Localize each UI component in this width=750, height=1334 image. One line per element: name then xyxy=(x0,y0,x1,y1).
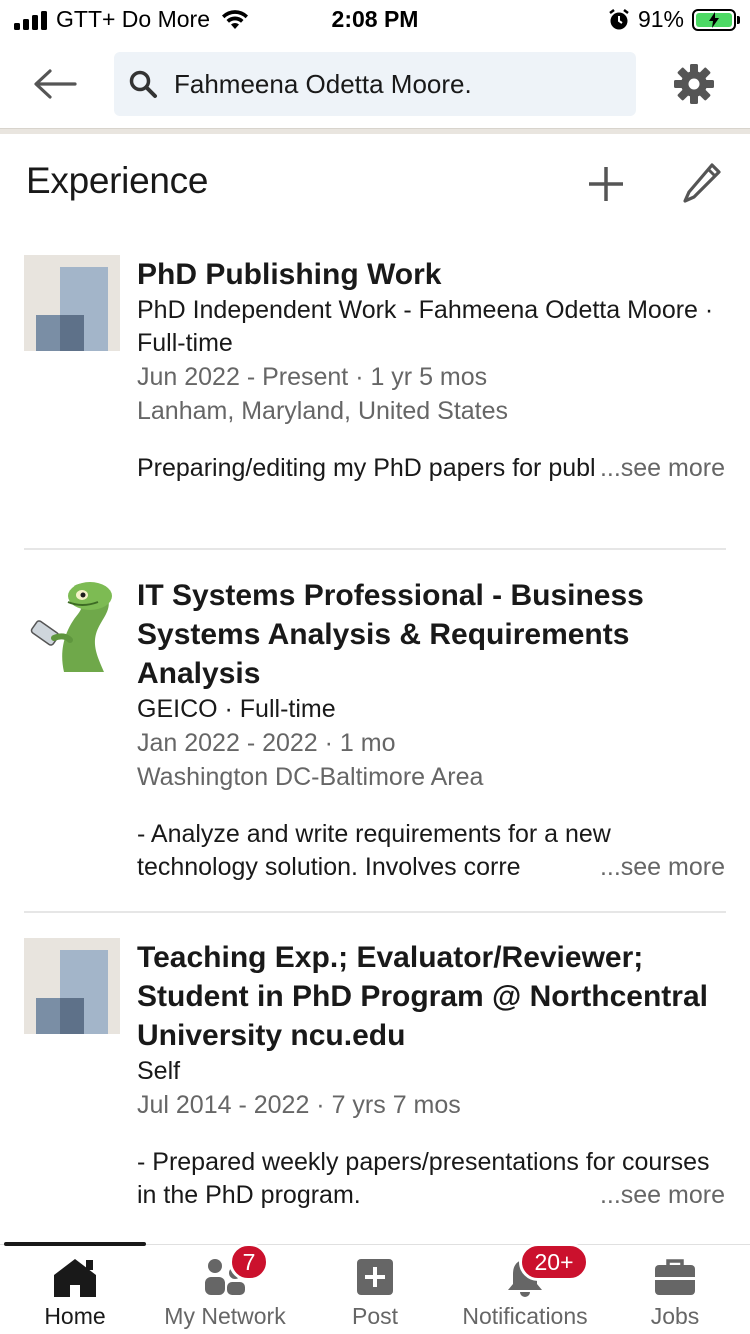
job-location: Washington DC-Baltimore Area xyxy=(137,763,484,791)
bottom-navigation: Home 7 My Network Post 20+ Notifications… xyxy=(0,1242,750,1334)
nav-post[interactable]: Post xyxy=(300,1245,450,1334)
company-name: GEICO · Full-time xyxy=(137,695,336,723)
see-more-link[interactable]: ...see more xyxy=(595,452,725,485)
nav-home-label: Home xyxy=(44,1303,106,1329)
nav-home[interactable]: Home xyxy=(0,1245,150,1334)
header-divider xyxy=(0,128,750,134)
gecko-mascot-icon xyxy=(24,576,120,672)
job-location: Lanham, Maryland, United States xyxy=(137,397,509,425)
job-dates: Jan 2022 - 2022 · 1 mo xyxy=(137,729,396,757)
nav-jobs-label: Jobs xyxy=(650,1303,700,1329)
pencil-icon xyxy=(683,163,721,203)
job-title[interactable]: IT Systems Professional - Business Syste… xyxy=(137,576,727,693)
search-input[interactable]: Fahmeena Odetta Moore. xyxy=(114,52,636,116)
edit-experience-button[interactable] xyxy=(678,158,726,208)
gear-icon xyxy=(674,64,714,104)
company-logo xyxy=(24,576,120,672)
network-badge: 7 xyxy=(229,1243,269,1281)
job-dates: Jul 2014 - 2022 · 7 yrs 7 mos xyxy=(137,1091,461,1119)
back-button[interactable] xyxy=(28,60,82,108)
notifications-badge: 20+ xyxy=(519,1243,589,1281)
company-logo xyxy=(24,255,120,351)
add-experience-button[interactable] xyxy=(582,160,630,208)
battery-icon xyxy=(692,8,740,31)
post-plus-icon xyxy=(355,1255,395,1299)
nav-my-network[interactable]: 7 My Network xyxy=(150,1243,300,1334)
plus-icon xyxy=(589,167,623,201)
search-query: Fahmeena Odetta Moore. xyxy=(174,68,472,99)
nav-jobs[interactable]: Jobs xyxy=(600,1245,750,1334)
job-title[interactable]: Teaching Exp.; Evaluator/Reviewer; Stude… xyxy=(137,938,727,1055)
charging-icon xyxy=(709,11,719,28)
description-text: Preparing/editing my PhD papers for publ… xyxy=(137,454,668,482)
nav-post-label: Post xyxy=(351,1303,399,1329)
home-icon xyxy=(52,1255,98,1299)
battery-percentage: 91% xyxy=(637,6,684,32)
briefcase-icon xyxy=(653,1255,697,1299)
top-header: Fahmeena Odetta Moore. xyxy=(0,40,750,130)
bell-icon: 20+ xyxy=(505,1243,589,1299)
search-icon xyxy=(126,67,160,101)
job-description: - Prepared weekly papers/presentations f… xyxy=(137,1146,727,1212)
see-more-link[interactable]: ...see more xyxy=(595,1179,725,1212)
alarm-icon xyxy=(609,8,629,29)
nav-notifications-label: Notifications xyxy=(462,1303,588,1329)
job-description: - Analyze and write requirements for a n… xyxy=(137,818,727,884)
entry-divider xyxy=(24,548,726,550)
company-name: PhD Independent Work - Fahmeena Odetta M… xyxy=(137,296,714,357)
nav-notifications[interactable]: 20+ Notifications xyxy=(450,1243,600,1334)
people-icon: 7 xyxy=(203,1243,269,1299)
back-arrow-icon xyxy=(34,69,77,99)
company-logo xyxy=(24,938,120,1034)
settings-button[interactable] xyxy=(670,60,718,108)
section-title: Experience xyxy=(26,160,209,201)
job-title[interactable]: PhD Publishing Work xyxy=(137,255,727,294)
status-bar: GTT+ Do More 2:08 PM 91% xyxy=(0,0,750,40)
nav-my-network-label: My Network xyxy=(164,1303,286,1329)
description-text: - Analyze and write requirements for a n… xyxy=(137,820,611,881)
company-name: Self xyxy=(137,1057,181,1085)
job-description: Preparing/editing my PhD papers for publ… xyxy=(137,452,727,485)
entry-divider xyxy=(24,911,726,913)
see-more-link[interactable]: ...see more xyxy=(595,851,725,884)
job-dates: Jun 2022 - Present · 1 yr 5 mos xyxy=(137,363,488,391)
